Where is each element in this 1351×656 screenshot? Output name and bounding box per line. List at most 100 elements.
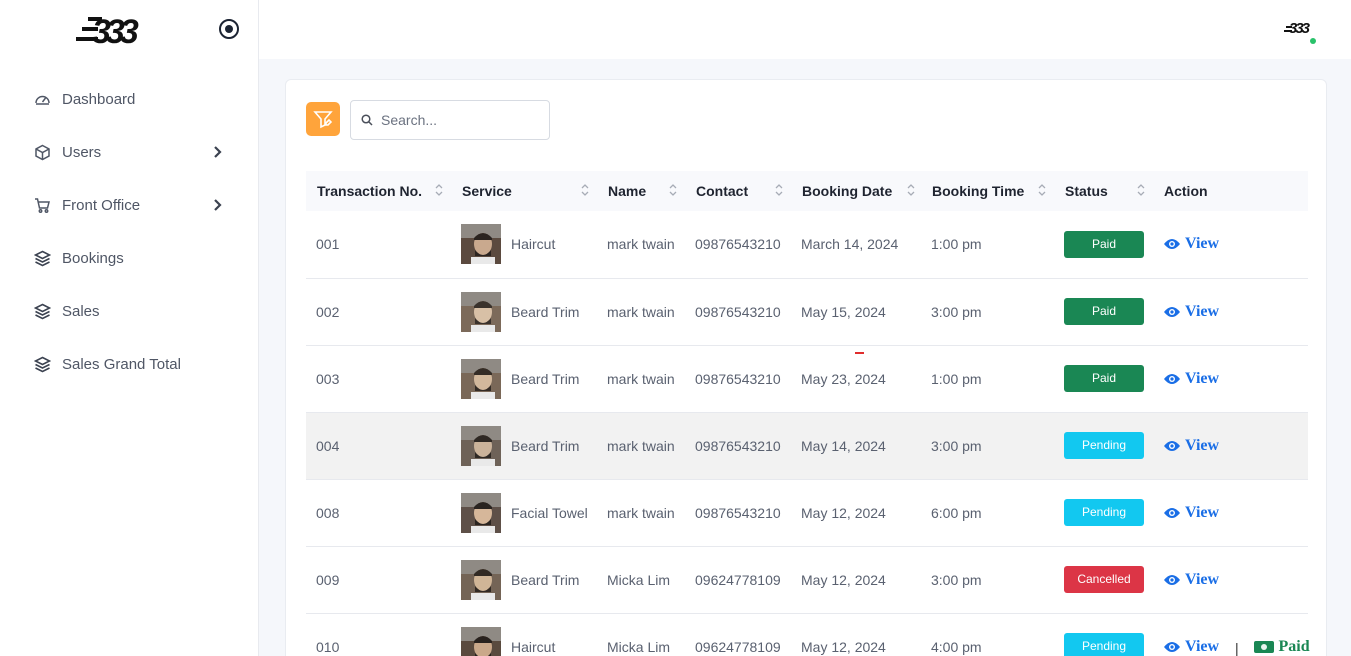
cell-contact: 09876543210: [695, 504, 781, 521]
cell-name: mark twain: [607, 504, 675, 521]
eye-icon: [1164, 641, 1180, 652]
sort-icon[interactable]: [1038, 182, 1046, 198]
status-badge: Pending: [1064, 499, 1144, 526]
sort-icon[interactable]: [581, 182, 589, 198]
cart-icon: [34, 197, 51, 214]
cell-booking-date: May 15, 2024: [801, 303, 886, 320]
search-input[interactable]: [381, 112, 541, 128]
table-row: 009 Beard Trim Micka Lim 09624778109 May…: [306, 546, 1308, 613]
svg-text:333: 333: [1289, 20, 1311, 35]
cell-name: Micka Lim: [607, 638, 671, 655]
cell-booking-date: May 12, 2024: [801, 638, 886, 655]
cell-booking-date: May 12, 2024: [801, 571, 886, 588]
cell-contact: 09876543210: [695, 370, 781, 387]
cell-action: View: [1153, 546, 1308, 613]
cell-booking-time: 4:00 pm: [931, 638, 982, 655]
cell-status: Paid: [1054, 211, 1153, 278]
bookings-card: Transaction No. Service Name Contact Boo…: [285, 79, 1327, 656]
column-header-booking-date[interactable]: Booking Date: [791, 171, 921, 211]
service-name: Haircut: [511, 638, 556, 655]
service-thumbnail: [461, 425, 501, 466]
view-link[interactable]: View: [1163, 638, 1219, 656]
service-name: Facial Towel: [511, 504, 588, 521]
cell-status: Paid: [1054, 345, 1153, 412]
cell-status: Pending: [1054, 613, 1153, 656]
cell-service: Beard Trim: [451, 546, 597, 613]
view-link[interactable]: View: [1163, 235, 1219, 253]
cell-transaction-no: 002: [316, 303, 340, 320]
table-row: 001 Haircut mark twain 09876543210 March…: [306, 211, 1308, 278]
sidebar-item-sales[interactable]: Sales: [0, 285, 258, 338]
cell-contact: 09876543210: [695, 303, 781, 320]
sidebar-item-dashboard[interactable]: Dashboard: [0, 73, 258, 126]
cell-name: Micka Lim: [607, 571, 671, 588]
view-link[interactable]: View: [1163, 504, 1219, 522]
service-name: Haircut: [511, 236, 556, 253]
cell-action: View: [1153, 278, 1308, 345]
cell-service: Haircut: [451, 613, 597, 656]
cash-icon: [1254, 640, 1275, 653]
eye-icon: [1164, 373, 1180, 384]
column-header-transaction-no[interactable]: Transaction No.: [306, 171, 451, 211]
table-row: 004 Beard Trim mark twain 09876543210 Ma…: [306, 412, 1308, 479]
search-field[interactable]: [350, 100, 550, 140]
cell-status: Pending: [1054, 412, 1153, 479]
column-header-service[interactable]: Service: [451, 171, 597, 211]
service-thumbnail: [461, 358, 501, 399]
sort-icon[interactable]: [669, 182, 677, 198]
cell-transaction-no: 009: [316, 571, 340, 588]
eye-icon: [1164, 574, 1180, 585]
bookings-table-body: 001 Haircut mark twain 09876543210 March…: [306, 211, 1310, 656]
cell-booking-time: 3:00 pm: [931, 437, 982, 454]
cell-booking-date: March 14, 2024: [801, 236, 899, 253]
sort-icon[interactable]: [775, 182, 783, 198]
sidebar-toggle-button[interactable]: [219, 19, 239, 39]
column-header-booking-time[interactable]: Booking Time: [921, 171, 1054, 211]
service-name: Beard Trim: [511, 370, 580, 387]
cell-action: View: [1153, 412, 1308, 479]
cell-service: Beard Trim: [451, 278, 597, 345]
cell-booking-date: May 23, 2024: [801, 370, 886, 387]
sort-icon[interactable]: [1137, 182, 1145, 198]
filter-button[interactable]: [306, 102, 340, 136]
cell-service: Facial Towel: [451, 479, 597, 546]
sidebar-item-label: Front Office: [62, 197, 141, 214]
cell-status: Cancelled: [1054, 546, 1153, 613]
user-avatar[interactable]: 333: [1283, 19, 1315, 37]
sort-icon[interactable]: [435, 182, 443, 198]
layers-icon: [34, 250, 51, 267]
service-name: Beard Trim: [511, 437, 580, 454]
mark-paid-link[interactable]: Paid: [1254, 638, 1310, 656]
cell-service: Haircut: [451, 211, 597, 278]
cell-service: Beard Trim: [451, 412, 597, 479]
view-link[interactable]: View: [1163, 370, 1219, 388]
filter-icon: [313, 111, 333, 129]
status-badge: Paid: [1064, 298, 1144, 325]
sidebar-item-users[interactable]: Users: [0, 126, 258, 179]
column-header-contact[interactable]: Contact: [685, 171, 791, 211]
column-header-status[interactable]: Status: [1054, 171, 1153, 211]
view-link[interactable]: View: [1163, 571, 1219, 589]
cell-status: Pending: [1054, 479, 1153, 546]
view-link[interactable]: View: [1163, 437, 1219, 455]
cell-transaction-no: 010: [316, 638, 340, 655]
top-bar: 333: [259, 0, 1351, 59]
sidebar-item-bookings[interactable]: Bookings: [0, 232, 258, 285]
sidebar-item-front-office[interactable]: Front Office: [0, 179, 258, 232]
brand-logo[interactable]: 333: [74, 13, 162, 51]
layers-icon: [34, 356, 51, 373]
cell-name: mark twain: [607, 303, 675, 320]
cell-transaction-no: 008: [316, 504, 340, 521]
cell-booking-time: 3:00 pm: [931, 303, 982, 320]
cell-action: View: [1153, 211, 1308, 278]
column-header-name[interactable]: Name: [597, 171, 685, 211]
eye-icon: [1164, 507, 1180, 518]
cell-status: Paid: [1054, 278, 1153, 345]
cell-service: Beard Trim: [451, 345, 597, 412]
column-header-action: Action: [1164, 183, 1208, 199]
sidebar-item-sales-grand-total[interactable]: Sales Grand Total: [0, 338, 258, 391]
view-link[interactable]: View: [1163, 303, 1219, 321]
cell-booking-time: 6:00 pm: [931, 504, 982, 521]
sort-icon[interactable]: [907, 182, 915, 198]
sidebar-item-label: Sales: [62, 303, 100, 320]
